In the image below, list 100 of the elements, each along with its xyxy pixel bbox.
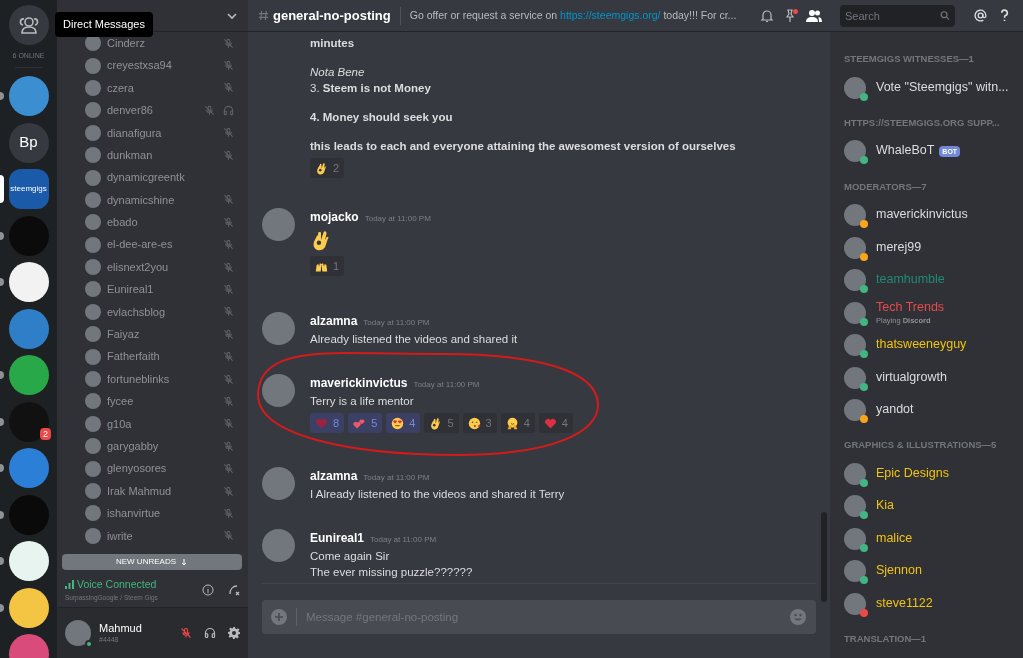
voice-member[interactable]: elisnext2you (57, 255, 248, 279)
avatar (85, 483, 101, 499)
member-row[interactable]: maverickinvictus (844, 198, 1017, 232)
message-author[interactable]: Eunireal1 (310, 529, 365, 547)
member-row[interactable]: Vote "Steemgigs" witn... (844, 71, 1017, 104)
message-author[interactable]: alzamna (310, 467, 358, 485)
direct-messages-button[interactable] (8, 5, 49, 45)
voice-member[interactable]: dynamicshine (57, 188, 248, 212)
disconnect-icon[interactable] (228, 583, 240, 596)
message-text: Nota Bene (310, 65, 366, 79)
avatar (85, 303, 101, 320)
author-avatar (262, 312, 295, 345)
headphones-button[interactable] (204, 627, 216, 639)
topic-link[interactable]: https://steemgigs.org/ (560, 8, 661, 21)
avatar (85, 415, 101, 432)
hashtag-icon (258, 10, 269, 21)
voice-member[interactable]: czera (57, 76, 248, 100)
tooltip: Direct Messages (55, 12, 153, 37)
message-author[interactable]: alzamna (310, 312, 358, 330)
member-name: malice (876, 530, 913, 547)
avatar (844, 527, 866, 550)
author-avatar (262, 374, 295, 407)
server-icon[interactable] (8, 541, 49, 581)
hugging-face-emoji-icon (505, 416, 519, 430)
ok-hand-emoji-icon (429, 416, 443, 430)
avatar (85, 505, 101, 522)
voice-member[interactable]: fortuneblinks (57, 367, 248, 391)
voice-member[interactable]: glenyosores (57, 457, 248, 480)
server-icon[interactable]: Bp (8, 122, 49, 163)
avatar (85, 236, 101, 253)
member-row[interactable]: Kia (844, 490, 1017, 523)
voice-member[interactable]: creyestxsa94 (57, 54, 248, 77)
member-name: yandot (876, 402, 914, 418)
voice-member[interactable]: Irak Mahmud (57, 479, 248, 503)
avatar (85, 169, 101, 186)
reaction-button[interactable]: 4 (538, 413, 573, 433)
member-name: Epic Designs (876, 465, 949, 482)
reaction-button[interactable]: 8 (310, 413, 345, 433)
message-author[interactable]: mojacko (310, 208, 359, 226)
help-icon[interactable] (999, 9, 1010, 22)
reaction-button[interactable]: 4 (500, 413, 535, 433)
reaction-button[interactable]: 3 (462, 413, 497, 433)
reaction-button[interactable]: 5 (348, 413, 383, 433)
server-icon[interactable]: steemgigs (8, 169, 49, 209)
voice-member[interactable]: el-dee-are-es (57, 233, 248, 256)
arrow-down-icon (180, 558, 188, 566)
member-row[interactable]: teamhumble (844, 263, 1017, 297)
reaction-button[interactable]: 4 (386, 413, 421, 433)
server-icon[interactable] (8, 262, 49, 302)
headphones-icon (204, 627, 216, 639)
scrollbar-thumb[interactable] (821, 512, 827, 602)
reaction-button[interactable]: 2 (310, 158, 345, 178)
voice-member[interactable]: iwrite (57, 524, 248, 547)
channel-name: general-no-posting (273, 6, 391, 25)
new-unreads-label: NEW UNREADS (116, 556, 176, 568)
member-row[interactable]: Epic Designs (844, 457, 1017, 490)
reaction-button[interactable]: 5 (424, 413, 459, 433)
voice-member[interactable]: denver86 (57, 99, 248, 122)
member-row[interactable]: merej99 (844, 231, 1017, 264)
microphone-button[interactable] (180, 627, 192, 639)
voice-member[interactable]: ebado (57, 211, 248, 234)
pin-icon[interactable] (783, 8, 797, 23)
avatar (844, 236, 866, 259)
voice-member[interactable]: dianafigura (57, 121, 248, 144)
voice-member[interactable]: Faiyaz (57, 323, 248, 346)
voice-member[interactable]: fycee (57, 390, 248, 413)
message-text: this leads to each and everyone attaining the awesomest version of ourselves (310, 139, 736, 153)
avatar (85, 326, 101, 343)
members-icon[interactable] (806, 8, 822, 23)
author-avatar (262, 529, 295, 562)
voice-member[interactable]: Eunireal1 (57, 278, 248, 301)
mention-icon[interactable] (974, 9, 987, 22)
voice-member[interactable]: Fatherfaith (57, 345, 248, 368)
voice-member[interactable]: ishanvirtue (57, 502, 248, 525)
avatar (85, 102, 101, 119)
member-row[interactable]: malice (844, 522, 1017, 555)
avatar (85, 460, 101, 477)
member-name: Tech Trends (876, 300, 945, 316)
message-author[interactable]: maverickinvictus (310, 374, 408, 392)
voice-member[interactable]: dynamicgreentk (57, 166, 248, 189)
member-row[interactable]: yandot (844, 393, 1017, 427)
member-row[interactable]: steve1122 (844, 587, 1017, 620)
avatar (844, 495, 866, 518)
voice-member[interactable]: g10a (57, 412, 248, 436)
message-text: Already listened the videos and shared it (310, 332, 518, 346)
member-row[interactable]: virtualgrowth (844, 361, 1017, 394)
member-row[interactable]: thatsweeneyguy (844, 328, 1017, 362)
avatar (85, 259, 101, 276)
reaction-button[interactable]: 1 (310, 256, 345, 276)
voice-member[interactable]: dunkman (57, 143, 248, 167)
avatar (85, 527, 101, 544)
bell-icon[interactable] (760, 8, 774, 23)
server-icon[interactable] (8, 587, 49, 628)
info-icon[interactable] (202, 583, 214, 596)
voice-member[interactable]: evlachsblog (57, 300, 248, 324)
avatar (844, 76, 866, 99)
member-row[interactable]: Sjennon (844, 555, 1017, 588)
new-unreads-bar[interactable]: NEW UNREADS (62, 554, 242, 570)
settings-button[interactable] (228, 627, 240, 639)
voice-member[interactable]: garygabby (57, 435, 248, 458)
